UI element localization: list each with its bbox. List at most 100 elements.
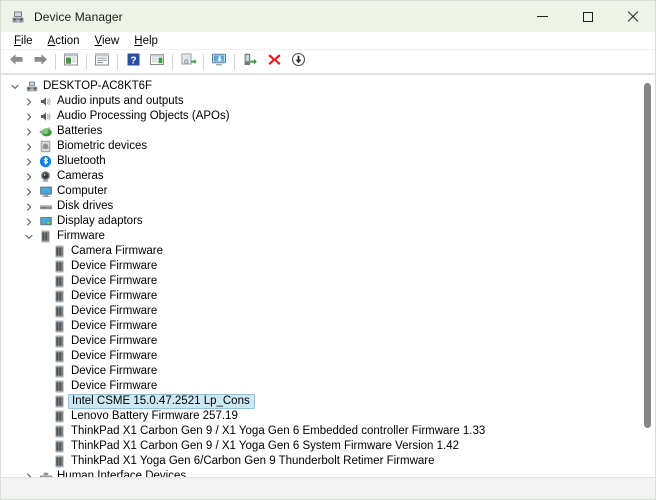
menu-view[interactable]: View [88, 34, 128, 48]
tree-row[interactable]: ThinkPad X1 Carbon Gen 9 / X1 Yoga Gen 6… [1, 424, 655, 439]
tree-row[interactable]: Audio inputs and outputs [1, 94, 655, 109]
firmware-icon [51, 304, 68, 319]
firmware-icon [37, 229, 54, 244]
tree-row-label: Device Firmware [71, 320, 158, 332]
chevron-down-icon[interactable] [21, 229, 37, 244]
forward-button[interactable] [28, 51, 52, 73]
vertical-scrollbar[interactable] [641, 75, 654, 477]
tree-row-label: Device Firmware [71, 305, 158, 317]
minimize-button[interactable] [520, 1, 565, 32]
disable-device-icon [291, 52, 306, 72]
twisty-placeholder [35, 454, 51, 469]
tree-row[interactable]: Computer [1, 184, 655, 199]
tree-row[interactable]: ThinkPad X1 Carbon Gen 9 / X1 Yoga Gen 6… [1, 439, 655, 454]
menu-file[interactable]: File [7, 34, 41, 48]
chevron-right-icon[interactable] [21, 169, 37, 184]
scan-hardware-changes-button[interactable] [176, 51, 200, 73]
tree-row-label: Intel CSME 15.0.47.2521 Lp_Cons [68, 394, 255, 409]
maximize-button[interactable] [565, 1, 610, 32]
help-icon: ? [126, 52, 141, 72]
firmware-icon [51, 244, 68, 259]
tree-row[interactable]: Disk drives [1, 199, 655, 214]
tree-row[interactable]: Device Firmware [1, 304, 655, 319]
chevron-right-icon[interactable] [21, 184, 37, 199]
twisty-placeholder [35, 259, 51, 274]
uninstall-device-button[interactable] [262, 51, 286, 73]
tree-row[interactable]: ThinkPad X1 Yoga Gen 6/Carbon Gen 9 Thun… [1, 454, 655, 469]
menu-help[interactable]: Help [127, 34, 166, 48]
close-button[interactable] [610, 1, 655, 32]
chevron-right-icon[interactable] [21, 469, 37, 477]
chevron-right-icon[interactable] [21, 214, 37, 229]
display-adapter-icon [37, 214, 54, 229]
help-button[interactable]: ? [121, 51, 145, 73]
show-hide-action-pane-button[interactable] [145, 51, 169, 73]
speaker-icon [37, 109, 54, 124]
tree-row[interactable]: Device Firmware [1, 289, 655, 304]
menu-file-label-rest: ile [21, 34, 33, 47]
tree-row[interactable]: Device Firmware [1, 319, 655, 334]
tree-row[interactable]: Firmware [1, 229, 655, 244]
update-driver-button[interactable] [207, 51, 231, 73]
device-tree-panel[interactable]: DESKTOP-AC8KT6F Audio inputs and outputs… [1, 74, 655, 477]
menu-action[interactable]: Action [41, 34, 88, 48]
tree-row-root[interactable]: DESKTOP-AC8KT6F [1, 79, 655, 94]
chevron-right-icon[interactable] [21, 124, 37, 139]
tree-row[interactable]: Device Firmware [1, 379, 655, 394]
tree-row[interactable]: Camera Firmware [1, 244, 655, 259]
tree-row[interactable]: Intel CSME 15.0.47.2521 Lp_Cons [1, 394, 655, 409]
chevron-right-icon[interactable] [21, 109, 37, 124]
close-icon [627, 11, 639, 23]
tree-row[interactable]: Device Firmware [1, 334, 655, 349]
menu-action-label-rest: ction [55, 34, 80, 47]
tree-row-label: Camera Firmware [71, 245, 164, 257]
tree-row[interactable]: Biometric devices [1, 139, 655, 154]
firmware-icon [51, 454, 68, 469]
twisty-placeholder [35, 319, 51, 334]
chevron-right-icon[interactable] [21, 199, 37, 214]
forward-arrow-icon [32, 52, 49, 72]
tree-row[interactable]: Bluetooth [1, 154, 655, 169]
firmware-icon [51, 379, 68, 394]
tree-row[interactable]: Device Firmware [1, 259, 655, 274]
chevron-right-icon[interactable] [21, 94, 37, 109]
bluetooth-icon [37, 154, 54, 169]
enable-device-button[interactable] [238, 51, 262, 73]
tree-row[interactable]: Human Interface Devices [1, 469, 655, 477]
device-manager-window: Device Manager File Action View Help ? D… [0, 0, 656, 500]
chevron-down-icon[interactable] [7, 79, 23, 94]
tree-row-label: Batteries [57, 125, 103, 137]
tree-row-label: Disk drives [57, 200, 114, 212]
firmware-icon [51, 439, 68, 454]
back-button[interactable] [4, 51, 28, 73]
twisty-placeholder [35, 439, 51, 454]
tree-row-label: Biometric devices [57, 140, 148, 152]
disable-device-button[interactable] [286, 51, 310, 73]
firmware-icon [51, 319, 68, 334]
tree-row[interactable]: Device Firmware [1, 274, 655, 289]
chevron-right-icon[interactable] [21, 154, 37, 169]
fingerprint-icon [37, 139, 54, 154]
hid-icon [37, 469, 54, 477]
tree-row[interactable]: Display adaptors [1, 214, 655, 229]
toolbar-separator-3 [117, 53, 118, 70]
show-hide-console-tree-button[interactable] [59, 51, 83, 73]
tree-row[interactable]: Device Firmware [1, 364, 655, 379]
tree-row[interactable]: Lenovo Battery Firmware 257.19 [1, 409, 655, 424]
tree-row[interactable]: Cameras [1, 169, 655, 184]
tree-row-label: Lenovo Battery Firmware 257.19 [71, 410, 238, 422]
update-driver-icon [210, 52, 228, 72]
back-arrow-icon [8, 52, 25, 72]
tree-row-label: Device Firmware [71, 260, 158, 272]
tree-row[interactable]: Audio Processing Objects (APOs) [1, 109, 655, 124]
tree-row[interactable]: Batteries [1, 124, 655, 139]
tree-row-label: Cameras [57, 170, 104, 182]
chevron-right-icon[interactable] [21, 139, 37, 154]
toolbar-separator-2 [86, 53, 87, 70]
minimize-icon [537, 16, 548, 17]
tree-row[interactable]: Device Firmware [1, 349, 655, 364]
show-hide-action-pane-icon [149, 52, 165, 72]
menu-help-label-rest: elp [142, 34, 158, 47]
scrollbar-thumb[interactable] [644, 83, 651, 428]
properties-button[interactable] [90, 51, 114, 73]
